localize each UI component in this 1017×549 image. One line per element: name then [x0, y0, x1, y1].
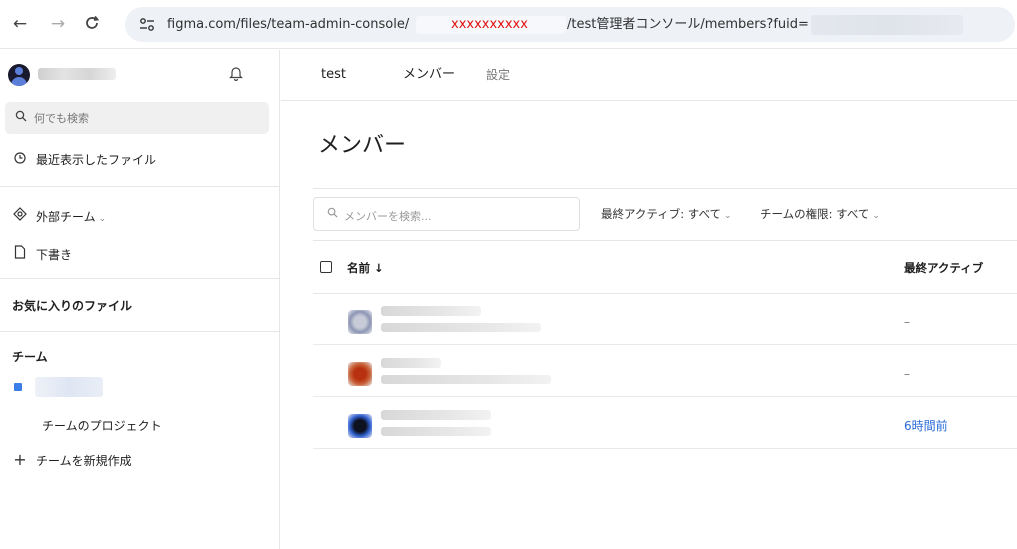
sidebar-item-drafts[interactable]: 下書き [12, 245, 72, 263]
select-all-checkbox[interactable] [320, 261, 332, 273]
sidebar: 何でも検索 最近表示したファイル 外部チーム ⌄ 下書き お気に入りのファイル チ… [0, 50, 280, 549]
divider [313, 448, 1017, 449]
divider [0, 278, 279, 279]
sidebar-item-team-projects[interactable]: チームのプロジェクト [42, 418, 162, 434]
member-last-active: – [904, 367, 910, 381]
sidebar-item-recent[interactable]: 最近表示したファイル [12, 152, 156, 168]
bell-icon[interactable] [229, 65, 243, 85]
avatar [348, 362, 372, 386]
clock-icon [12, 152, 28, 168]
table-row[interactable]: – [313, 346, 1017, 397]
divider [313, 344, 1017, 345]
account-name-redacted[interactable] [38, 68, 116, 80]
column-header-last-active[interactable]: 最終アクティブ [904, 261, 983, 275]
plus-icon: + [13, 450, 27, 469]
main-content: test メンバー 設定 メンバー メンバーを検索... 最終アクティブ: すべ… [281, 50, 1017, 549]
divider [0, 186, 279, 187]
member-last-active[interactable]: 6時間前 [904, 419, 948, 433]
reload-icon[interactable] [82, 14, 102, 34]
avatar [348, 414, 372, 438]
url-suffix: /test管理者コンソール/members?fuid= [567, 17, 809, 32]
search-placeholder: 何でも検索 [34, 112, 89, 125]
team-heading: チーム [12, 350, 48, 364]
sidebar-item-new-team[interactable]: + チームを新規作成 [12, 450, 132, 469]
favorites-heading[interactable]: お気に入りのファイル [12, 298, 132, 314]
redacted-fuid [811, 15, 963, 35]
sidebar-item-label: 最近表示したファイル [36, 153, 157, 167]
search-icon [327, 207, 338, 221]
sidebar-item-external-teams[interactable]: 外部チーム ⌄ [12, 207, 106, 227]
chevron-down-icon: ⌄ [98, 214, 107, 224]
sidebar-item-label: 下書き [36, 248, 73, 262]
member-email-redacted [381, 375, 551, 384]
url-prefix: figma.com/files/team-admin-console/ [167, 17, 410, 32]
site-settings-icon[interactable] [139, 17, 155, 32]
tab-settings[interactable]: 設定 [486, 67, 510, 83]
sidebar-item-label: チームを新規作成 [36, 454, 132, 468]
filter-label: 最終アクティブ: すべて [601, 207, 721, 221]
top-navigation: test メンバー 設定 [281, 50, 1017, 101]
team-color-icon [14, 383, 22, 391]
external-team-icon [12, 207, 28, 225]
forward-arrow-icon[interactable]: → [48, 14, 68, 34]
tab-members[interactable]: メンバー [403, 67, 455, 83]
divider [313, 188, 1017, 189]
tab-team-name[interactable]: test [321, 67, 346, 83]
browser-toolbar: ← → figma.com/files/team-admin-console/ … [0, 0, 1017, 49]
back-arrow-icon[interactable]: ← [10, 14, 30, 34]
filter-team-role[interactable]: チームの権限: すべて ⌄ [760, 207, 880, 223]
file-icon [12, 245, 28, 263]
member-email-redacted [381, 427, 491, 436]
avatar [348, 310, 372, 334]
search-placeholder: メンバーを検索... [344, 210, 432, 223]
filter-label: チームの権限: すべて [760, 207, 870, 221]
member-name-redacted [381, 410, 491, 420]
search-icon [15, 110, 27, 125]
chevron-down-icon: ⌄ [724, 211, 732, 221]
member-name-redacted [381, 306, 481, 316]
url-bar[interactable]: figma.com/files/team-admin-console/ xxxx… [125, 7, 1015, 42]
global-search-input[interactable]: 何でも検索 [5, 102, 269, 134]
avatar[interactable] [8, 64, 30, 86]
url-redacted-id: xxxxxxxxxx [451, 17, 528, 32]
divider [0, 331, 279, 332]
page-title: メンバー [318, 133, 407, 158]
member-email-redacted [381, 323, 541, 332]
member-name-redacted [381, 358, 441, 368]
member-search-input[interactable]: メンバーを検索... [313, 197, 580, 231]
column-header-name[interactable]: 名前 ↓ [347, 261, 384, 275]
member-last-active: – [904, 315, 910, 329]
table-row[interactable]: – [313, 294, 1017, 345]
divider [313, 240, 1017, 241]
filter-last-active[interactable]: 最終アクティブ: すべて ⌄ [601, 207, 732, 223]
table-row[interactable]: 6時間前 [313, 398, 1017, 449]
chevron-down-icon: ⌄ [872, 211, 880, 221]
divider [313, 396, 1017, 397]
team-name-redacted[interactable] [35, 377, 103, 397]
sidebar-item-label: 外部チーム [36, 210, 96, 224]
